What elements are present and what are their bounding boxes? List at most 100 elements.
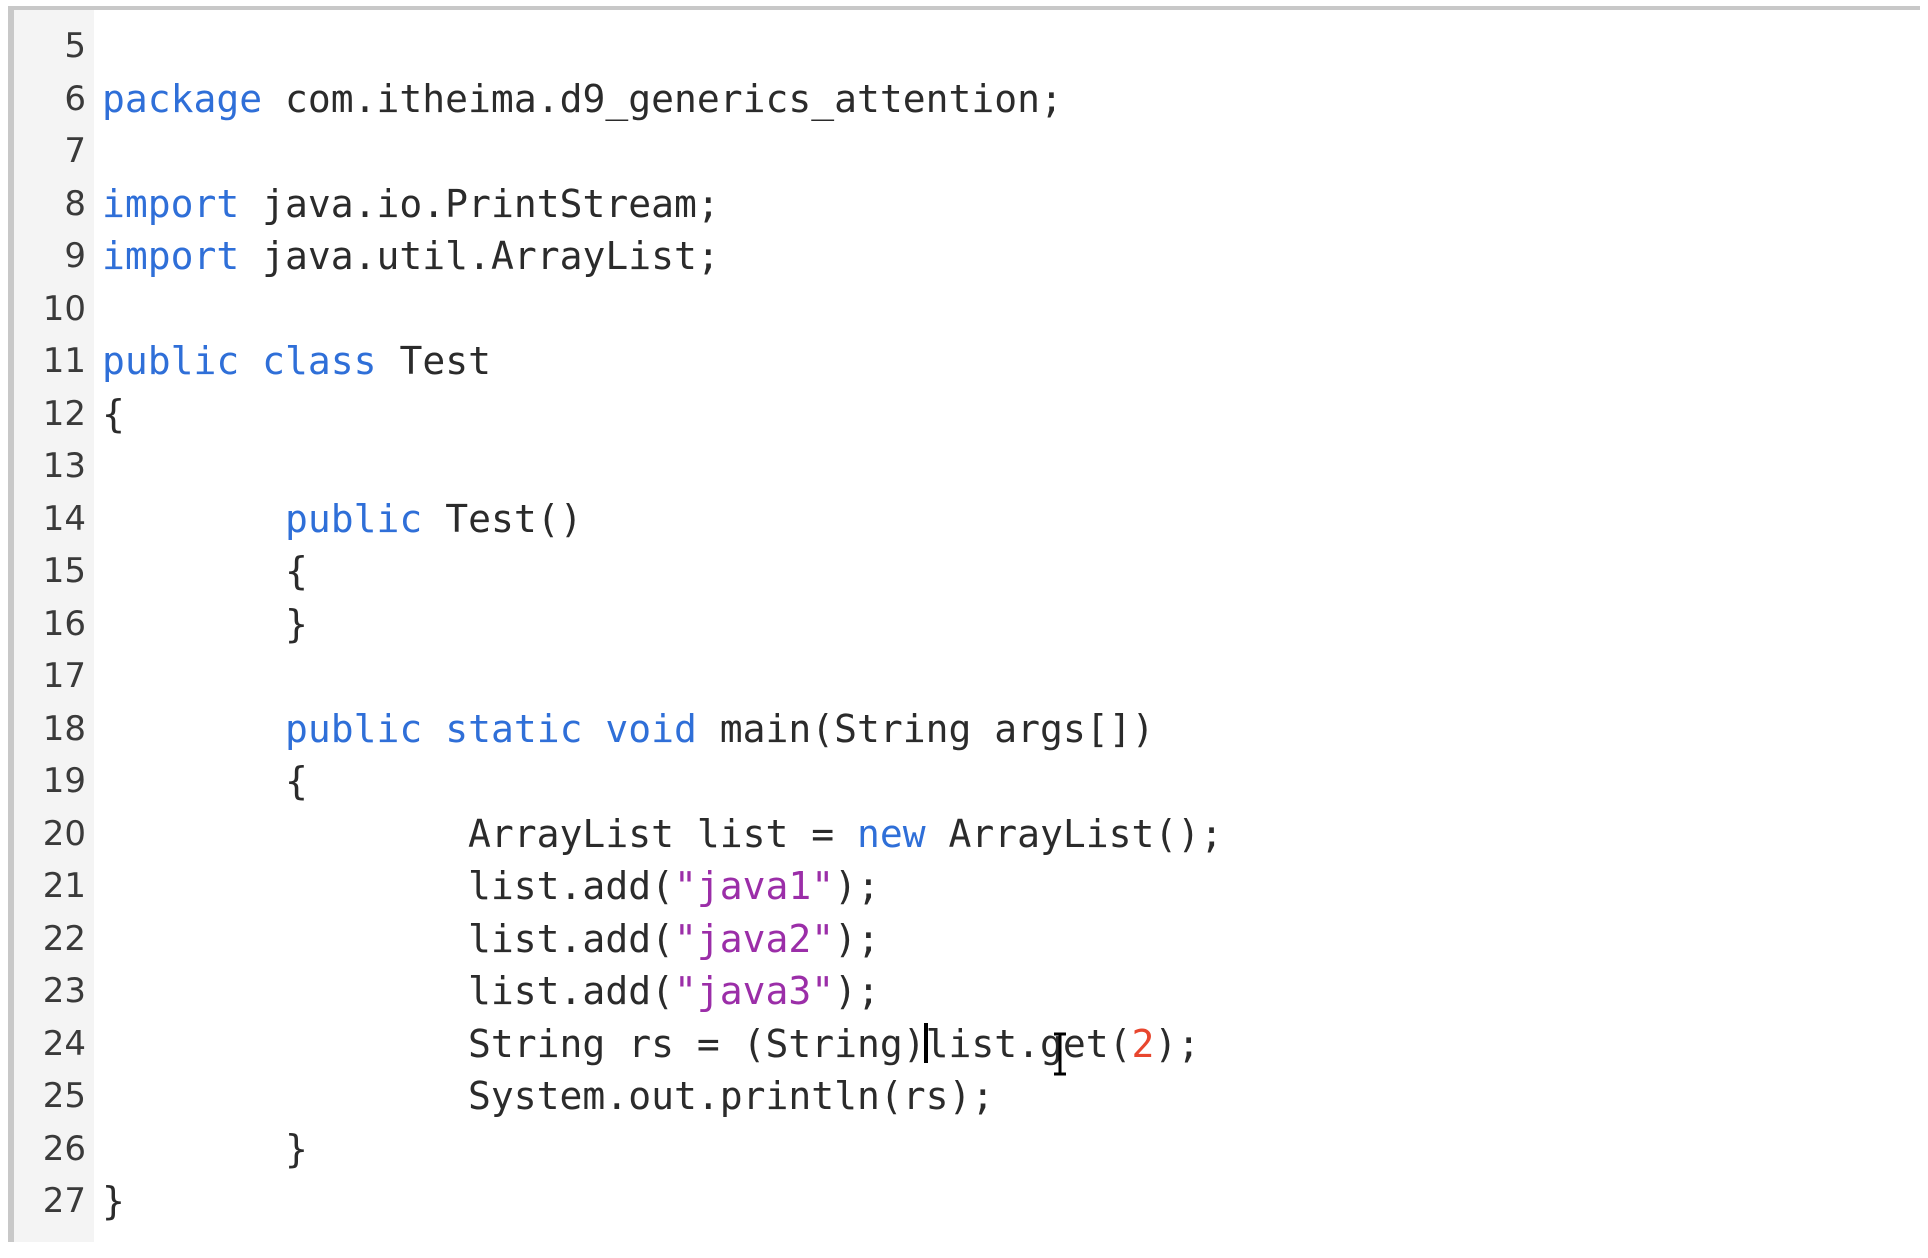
string-token: "java3" [673, 969, 835, 1013]
string-token: "java1" [673, 864, 835, 908]
line-number: 10 [42, 288, 86, 329]
code-token: list.add( [102, 969, 674, 1013]
code-line[interactable]: 25 System.out.println(rs); [14, 1070, 1920, 1123]
code-text[interactable]: ArrayList list = new ArrayList(); [102, 808, 1223, 861]
number-token: 2 [1131, 1021, 1155, 1066]
line-number: 8 [64, 183, 86, 224]
code-line[interactable]: 23 list.add("java3"); [14, 965, 1920, 1018]
keyword-token: public [102, 339, 240, 383]
code-text[interactable]: { [102, 545, 308, 598]
code-token: java.io.PrintStream; [239, 181, 720, 226]
code-text[interactable]: public class Test [102, 335, 491, 388]
code-line[interactable]: 15 { [14, 545, 1920, 598]
line-number: 17 [42, 656, 86, 696]
code-line[interactable]: 7 [14, 125, 1920, 178]
line-number: 12 [42, 393, 86, 434]
code-token: Test [376, 339, 491, 383]
code-token: com.itheima.d9_generics_attention; [262, 76, 1063, 121]
code-text[interactable]: list.add("java1"); [102, 860, 880, 913]
line-number: 5 [64, 26, 86, 66]
code-token: Test() [422, 496, 583, 541]
code-line[interactable]: 8 import java.io.PrintStream; [14, 178, 1920, 231]
i-beam-cursor-icon [1054, 1032, 1066, 1076]
line-number: 21 [42, 866, 86, 906]
line-number: 25 [42, 1076, 86, 1116]
line-number: 15 [42, 551, 86, 591]
line-number: 16 [42, 603, 86, 644]
code-line[interactable]: 13 [14, 440, 1920, 493]
code-text[interactable]: list.add("java2"); [102, 913, 880, 966]
code-text[interactable]: import java.util.ArrayList; [102, 230, 720, 283]
code-token: } [102, 1126, 308, 1171]
line-number: 13 [42, 446, 86, 486]
code-line[interactable]: 21 list.add("java1"); [14, 860, 1920, 913]
line-number: 19 [42, 761, 86, 801]
code-token: java.util.ArrayList; [239, 234, 720, 278]
code-text[interactable]: import java.io.PrintStream; [102, 178, 720, 231]
code-line[interactable]: 5 [14, 20, 1920, 73]
code-token: ); [834, 864, 880, 908]
code-line[interactable]: 10 [14, 283, 1920, 336]
code-line[interactable]: 9 import java.util.ArrayList; [14, 230, 1920, 283]
keyword-token: public [285, 706, 423, 751]
code-text[interactable]: public static void main(String args[]) [102, 703, 1154, 756]
code-text[interactable]: package com.itheima.d9_generics_attentio… [102, 73, 1063, 126]
code-line[interactable]: 12 { [14, 388, 1920, 441]
code-text[interactable]: String rs = (String)list.get(2); [102, 1018, 1200, 1071]
code-token: { [102, 549, 308, 593]
code-token: String rs = (String) [102, 1021, 926, 1066]
code-text[interactable]: } [102, 598, 308, 651]
code-line[interactable]: 14 public Test() [14, 493, 1920, 546]
code-line[interactable]: 27} [14, 1175, 1920, 1228]
code-text[interactable]: { [102, 388, 125, 441]
line-number: 18 [42, 708, 86, 749]
line-number: 11 [42, 341, 86, 381]
code-line[interactable]: 26 } [14, 1123, 1920, 1176]
keyword-token: import [102, 181, 240, 226]
keyword-token: class [262, 339, 377, 383]
code-line[interactable]: 18 public static void main(String args[]… [14, 703, 1920, 756]
code-token: ); [834, 969, 880, 1013]
code-token: { [102, 391, 125, 436]
code-token: } [102, 1179, 125, 1223]
code-line[interactable]: 6 package com.itheima.d9_generics_attenti… [14, 73, 1920, 126]
code-text[interactable]: public Test() [102, 493, 582, 546]
keyword-token: void [605, 706, 697, 751]
line-number: 24 [42, 1023, 86, 1064]
code-text[interactable]: list.add("java3"); [102, 965, 880, 1018]
code-token: ArrayList list = [102, 811, 857, 856]
line-number: 22 [42, 918, 86, 959]
keyword-token: new [856, 811, 926, 856]
keyword-token: static [445, 706, 583, 751]
code-text[interactable]: System.out.println(rs); [102, 1070, 994, 1123]
code-editor[interactable]: 5 6 package com.itheima.d9_generics_attent… [8, 6, 1920, 1242]
line-number: 27 [42, 1181, 86, 1221]
code-line[interactable]: 16 } [14, 598, 1920, 651]
keyword-token: package [102, 76, 263, 121]
line-number: 23 [42, 971, 86, 1011]
code-token: } [102, 601, 308, 646]
keyword-token: public [285, 496, 423, 541]
code-line[interactable]: 11 public class Test [14, 335, 1920, 388]
line-number: 7 [64, 131, 86, 171]
code-text[interactable]: } [102, 1175, 125, 1228]
code-token: { [102, 759, 308, 803]
code-token: System.out.println(rs); [102, 1074, 995, 1118]
code-text[interactable]: } [102, 1123, 308, 1176]
code-line[interactable]: 20 ArrayList list = new ArrayList(); [14, 808, 1920, 861]
line-number: 14 [42, 498, 86, 539]
code-token: main(String args[]) [696, 706, 1155, 751]
code-token: list.get( [925, 1021, 1132, 1066]
code-token: ); [834, 916, 880, 961]
code-line[interactable]: 17 [14, 650, 1920, 703]
code-line[interactable]: 24 String rs = (String)list.get(2); [14, 1018, 1920, 1071]
code-text[interactable]: { [102, 755, 308, 808]
line-number: 20 [42, 813, 86, 854]
code-line[interactable]: 22 list.add("java2"); [14, 913, 1920, 966]
code-line[interactable]: 19 { [14, 755, 1920, 808]
code-lines[interactable]: 5 6 package com.itheima.d9_generics_attent… [14, 20, 1920, 1228]
